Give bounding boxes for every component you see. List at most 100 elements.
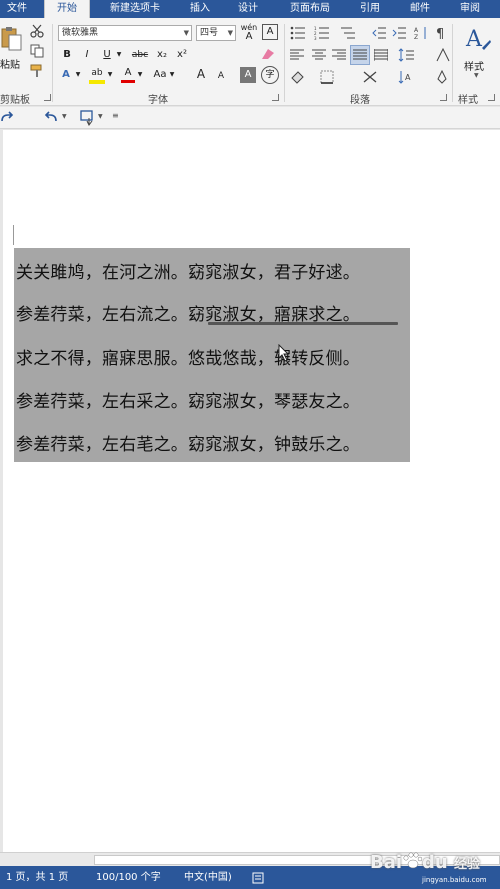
- paint-icon[interactable]: [436, 70, 448, 84]
- phonetic-guide-button[interactable]: wén A: [240, 24, 258, 42]
- paste-button[interactable]: 粘贴: [0, 24, 24, 78]
- font-group-label: 字体: [148, 95, 168, 106]
- borders-icon[interactable]: [320, 70, 334, 84]
- clipboard-launcher[interactable]: [44, 94, 51, 101]
- align-left-icon[interactable]: [290, 49, 304, 61]
- styles-launcher[interactable]: [488, 94, 495, 101]
- poem-line-3[interactable]: 求之不得，寤寐思服。悠哉悠哉，辗转反侧。: [16, 344, 360, 369]
- show-marks-icon[interactable]: ¶: [436, 26, 448, 40]
- decrease-indent-icon[interactable]: [372, 26, 386, 40]
- bold-button[interactable]: B: [60, 48, 74, 62]
- chevron-down-icon[interactable]: ▼: [168, 68, 176, 82]
- highlight-label: ab: [91, 68, 103, 78]
- numbering-icon[interactable]: 1 2 3: [314, 26, 330, 40]
- svg-text:A: A: [414, 27, 419, 34]
- baidu-watermark: Bai du 经验 jingyan.baidu.com: [370, 836, 500, 884]
- tab-new[interactable]: 新建选项卡: [100, 0, 170, 18]
- superscript-button[interactable]: x²: [174, 48, 190, 62]
- svg-text:A: A: [405, 73, 411, 82]
- styles-icon: A: [465, 27, 491, 52]
- chevron-down-icon[interactable]: ▼: [106, 68, 114, 82]
- mouse-pointer-icon: [278, 344, 290, 362]
- touch-mode-icon[interactable]: [80, 110, 96, 126]
- group-separator: [452, 24, 453, 102]
- tab-design[interactable]: 设计: [228, 0, 268, 18]
- poem-line-5[interactable]: 参差荇菜，左右芼之。窈窕淑女，钟鼓乐之。: [16, 430, 360, 455]
- font-launcher[interactable]: [272, 94, 279, 101]
- font-name-value: 微软雅黑: [62, 28, 99, 38]
- chevron-down-icon: ▼: [227, 29, 233, 37]
- font-color-button[interactable]: A: [120, 66, 136, 83]
- strikethrough-button[interactable]: abc: [130, 48, 150, 62]
- font-size-combo[interactable]: 四号 ▼: [196, 25, 236, 41]
- italic-button[interactable]: I: [80, 48, 94, 62]
- char-shading-button[interactable]: A: [240, 67, 256, 83]
- multilevel-list-icon[interactable]: [340, 26, 356, 40]
- underline-button[interactable]: U: [100, 48, 114, 62]
- text-effects-button[interactable]: A: [58, 68, 74, 82]
- change-case-button[interactable]: Aa: [150, 68, 170, 82]
- clear-format-icon[interactable]: [260, 47, 276, 61]
- copy-icon[interactable]: [30, 44, 44, 58]
- tab-layout[interactable]: 页面布局: [280, 0, 340, 18]
- ribbon-tab-bar: 文件 开始 新建选项卡 插入 设计 页面布局 引用 邮件 审阅: [0, 0, 500, 18]
- char-border-button[interactable]: A: [262, 24, 278, 40]
- poem-line-4[interactable]: 参差荇菜，左右采之。窈窕淑女，琴瑟友之。: [16, 387, 360, 412]
- font-name-combo[interactable]: 微软雅黑 ▼: [58, 25, 192, 41]
- chevron-down-icon[interactable]: ▼: [62, 113, 67, 120]
- tab-insert[interactable]: 插入: [180, 0, 220, 18]
- margin-marker: [13, 225, 14, 245]
- page-count[interactable]: 1 页，共 1 页: [6, 866, 68, 889]
- watermark-experience: 经验: [454, 857, 481, 872]
- clipboard-group-label: 剪贴板: [0, 95, 30, 106]
- text-direction-icon[interactable]: A: [398, 70, 412, 84]
- chinese-layout-icon[interactable]: [436, 48, 450, 62]
- paragraph-launcher[interactable]: [440, 94, 447, 101]
- poem-line-1[interactable]: 关关雎鸠，在河之洲。窈窕淑女，君子好逑。: [16, 258, 360, 283]
- paste-label: 粘贴: [0, 60, 20, 71]
- font-color-bar: [121, 80, 135, 83]
- justify-button[interactable]: [350, 45, 370, 65]
- language-status[interactable]: 中文(中国): [184, 866, 232, 889]
- tab-home[interactable]: 开始: [44, 0, 90, 18]
- svg-text:¶: ¶: [436, 27, 444, 40]
- tab-review[interactable]: 审阅: [450, 0, 490, 18]
- chevron-down-icon[interactable]: ▼: [136, 68, 144, 82]
- align-center-icon[interactable]: [312, 49, 326, 61]
- shrink-font-button[interactable]: A: [214, 69, 228, 83]
- styles-button[interactable]: A 样式 ▼: [458, 24, 498, 84]
- increase-indent-icon[interactable]: [392, 26, 406, 40]
- highlight-button[interactable]: ab: [88, 66, 106, 84]
- format-painter-icon[interactable]: [30, 64, 44, 78]
- document-page[interactable]: [3, 130, 500, 852]
- highlight-color-bar: [89, 80, 105, 84]
- paragraph-group-label: 段落: [350, 95, 370, 106]
- watermark-url: jingyan.baidu.com: [422, 876, 487, 884]
- sort-icon[interactable]: AZ: [414, 26, 428, 40]
- enclose-char-button[interactable]: 字: [261, 66, 279, 84]
- redo-icon[interactable]: [0, 111, 14, 125]
- subscript-button[interactable]: x₂: [154, 48, 170, 62]
- undo-icon[interactable]: [44, 111, 58, 125]
- watermark-brand: Bai: [370, 852, 403, 873]
- line-spacing-icon[interactable]: [398, 48, 414, 62]
- distributed-icon[interactable]: [374, 49, 388, 61]
- macro-record-icon[interactable]: [252, 872, 264, 884]
- asian-layout-icon[interactable]: [362, 70, 378, 84]
- shading-icon[interactable]: [290, 70, 306, 84]
- word-count[interactable]: 100/100 个字: [96, 866, 161, 889]
- tab-references[interactable]: 引用: [350, 0, 390, 18]
- font-size-value: 四号: [200, 28, 219, 38]
- tab-mailings[interactable]: 邮件: [400, 0, 440, 18]
- grow-font-button[interactable]: A: [194, 67, 208, 81]
- chevron-down-icon[interactable]: ▼: [74, 68, 82, 82]
- customize-qat-icon[interactable]: ≡: [112, 111, 119, 120]
- tab-file[interactable]: 文件: [0, 0, 34, 18]
- chevron-down-icon[interactable]: ▼: [115, 48, 123, 62]
- styles-label: 样式: [464, 62, 484, 73]
- chevron-down-icon[interactable]: ▼: [98, 113, 103, 120]
- cut-icon[interactable]: [30, 24, 44, 38]
- justify-icon: [353, 49, 367, 60]
- bullets-icon[interactable]: [290, 26, 306, 40]
- align-right-icon[interactable]: [332, 49, 346, 61]
